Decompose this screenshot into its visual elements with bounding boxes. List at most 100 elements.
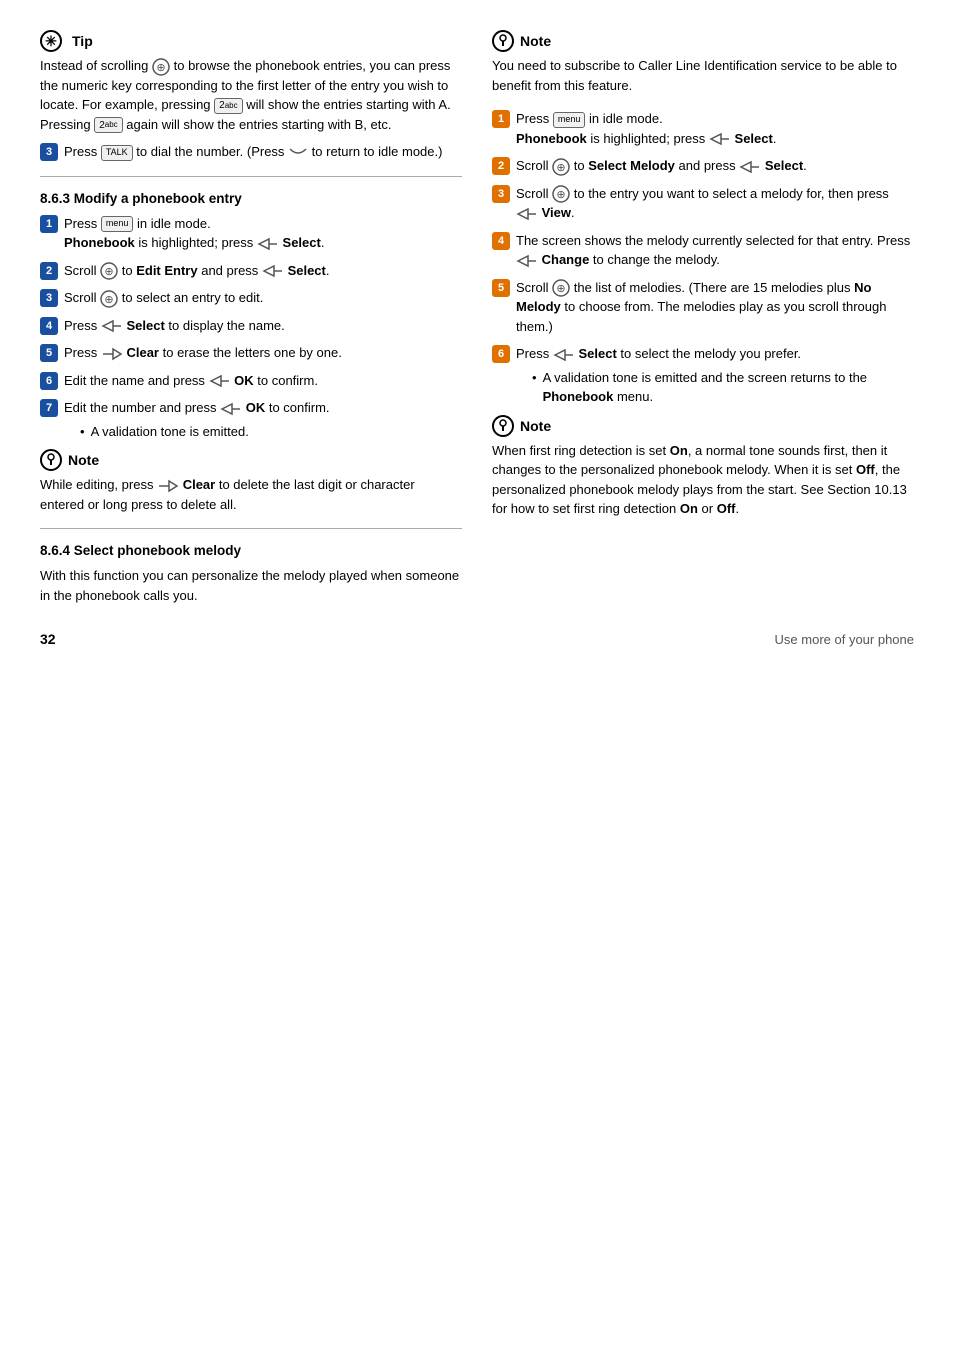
key-2abc: 2abc	[214, 98, 242, 114]
tip-step3: 3 Press TALK to dial the number. (Press …	[40, 142, 462, 162]
end-key-icon	[288, 145, 308, 161]
ok-btn-6	[209, 373, 231, 389]
tip-text: Instead of scrolling ⊕ to browse the pho…	[40, 56, 462, 134]
key-2abc-2: 2abc	[94, 117, 122, 133]
step-r-6-content: Press Select to select the melody you pr…	[516, 344, 914, 407]
step-863-7-content: Edit the number and press OK to confirm.…	[64, 398, 462, 441]
left-column: ✳ Tip Instead of scrolling ⊕ to browse t…	[40, 30, 462, 615]
step-r-3: 3 Scroll ⊕ to the entry you want to sele…	[492, 184, 914, 223]
note-1-label: Note	[68, 452, 99, 468]
note-bottom-text: When first ring detection is set On, a n…	[492, 441, 914, 519]
bullet-863-7: A validation tone is emitted.	[80, 422, 462, 442]
step-r-2-content: Scroll ⊕ to Select Melody and press Sele…	[516, 156, 914, 176]
page-number: 32	[40, 631, 56, 647]
ok-btn-7	[220, 401, 242, 417]
note-top-text: You need to subscribe to Caller Line Ide…	[492, 56, 914, 95]
scroll-icon-3: ⊕	[100, 290, 118, 308]
right-column: Note You need to subscribe to Caller Lin…	[492, 30, 914, 615]
view-btn-r3	[516, 206, 538, 222]
step-863-1: 1 Press menu in idle mode. Phonebook is …	[40, 214, 462, 253]
main-content: ✳ Tip Instead of scrolling ⊕ to browse t…	[40, 30, 914, 615]
note-bottom-label: Note	[520, 418, 551, 434]
step-r-2-num: 2	[492, 157, 510, 175]
step-863-5-num: 5	[40, 344, 58, 362]
step-863-1-num: 1	[40, 215, 58, 233]
step-863-1-content: Press menu in idle mode. Phonebook is hi…	[64, 214, 462, 253]
step-863-4-content: Press Select to display the name.	[64, 316, 462, 336]
tip-header: ✳ Tip	[40, 30, 462, 52]
divider-2	[40, 528, 462, 529]
step-863-3-num: 3	[40, 289, 58, 307]
step-r-1-content: Press menu in idle mode. Phonebook is hi…	[516, 109, 914, 148]
step-863-6-num: 6	[40, 372, 58, 390]
step-r-3-num: 3	[492, 185, 510, 203]
tip-icon: ✳	[40, 30, 62, 52]
step-r-6-bullets: A validation tone is emitted and the scr…	[516, 368, 914, 407]
scroll-icon-2: ⊕	[100, 262, 118, 280]
tip-box: ✳ Tip Instead of scrolling ⊕ to browse t…	[40, 30, 462, 162]
footer-text: Use more of your phone	[775, 632, 914, 647]
step-863-5: 5 Press Clear to erase the letters one b…	[40, 343, 462, 363]
note-top-header: Note	[492, 30, 914, 52]
note-bottom-icon	[492, 415, 514, 437]
bullet-r-6: A validation tone is emitted and the scr…	[532, 368, 914, 407]
svg-text:⊕: ⊕	[156, 62, 165, 74]
step-863-7-num: 7	[40, 399, 58, 417]
svg-text:⊕: ⊕	[557, 283, 566, 295]
note-bottom-header: Note	[492, 415, 914, 437]
note-1-icon	[40, 449, 62, 471]
section-864: 8.6.4 Select phonebook melody With this …	[40, 543, 462, 605]
note-symbol-top	[496, 34, 510, 48]
tip-label: Tip	[72, 33, 93, 49]
svg-text:⊕: ⊕	[105, 294, 114, 306]
tip-step3-content: Press TALK to dial the number. (Press to…	[64, 142, 462, 162]
clear-btn-note	[157, 478, 179, 494]
step-list-right: 1 Press menu in idle mode. Phonebook is …	[492, 109, 914, 407]
note-symbol-bottom	[496, 419, 510, 433]
step-863-3: 3 Scroll ⊕ to select an entry to edit.	[40, 288, 462, 308]
step-list-863: 1 Press menu in idle mode. Phonebook is …	[40, 214, 462, 442]
svg-text:⊕: ⊕	[557, 162, 566, 174]
step-r-5-content: Scroll ⊕ the list of melodies. (There ar…	[516, 278, 914, 337]
step-863-4-num: 4	[40, 317, 58, 335]
step-r-1: 1 Press menu in idle mode. Phonebook is …	[492, 109, 914, 148]
step-863-2-content: Scroll ⊕ to Edit Entry and press Select.	[64, 261, 462, 281]
svg-text:⊕: ⊕	[105, 266, 114, 278]
step-863-7: 7 Edit the number and press OK to confir…	[40, 398, 462, 441]
note-1-text: While editing, press Clear to delete the…	[40, 475, 462, 514]
step-863-6-content: Edit the name and press OK to confirm.	[64, 371, 462, 391]
footer: 32 Use more of your phone	[40, 615, 914, 647]
section-864-title: 8.6.4 Select phonebook melody	[40, 543, 462, 558]
step-863-3-content: Scroll ⊕ to select an entry to edit.	[64, 288, 462, 308]
select-btn-r2	[739, 159, 761, 175]
note-1-header: Note	[40, 449, 462, 471]
section-864-intro: With this function you can personalize t…	[40, 566, 462, 605]
note-top-box: Note You need to subscribe to Caller Lin…	[492, 30, 914, 95]
section-863: 8.6.3 Modify a phonebook entry 1 Press m…	[40, 191, 462, 442]
step-863-7-bullets: A validation tone is emitted.	[64, 422, 462, 442]
step-863-2: 2 Scroll ⊕ to Edit Entry and press Selec…	[40, 261, 462, 281]
key-menu-r1: menu	[553, 112, 586, 128]
scroll-icon-r2: ⊕	[552, 158, 570, 176]
note-box-1: Note While editing, press Clear to delet…	[40, 449, 462, 514]
note-top-label: Note	[520, 33, 551, 49]
step-r-6: 6 Press Select to select the melody you …	[492, 344, 914, 407]
note-top-icon	[492, 30, 514, 52]
step-r-3-content: Scroll ⊕ to the entry you want to select…	[516, 184, 914, 223]
step-r-4: 4 The screen shows the melody currently …	[492, 231, 914, 270]
select-btn-4	[101, 318, 123, 334]
note-bottom-box: Note When first ring detection is set On…	[492, 415, 914, 519]
select-btn-r6	[553, 347, 575, 363]
clear-btn-5	[101, 346, 123, 362]
note-symbol-1	[44, 453, 58, 467]
step-r-5: 5 Scroll ⊕ the list of melodies. (There …	[492, 278, 914, 337]
step-r-1-num: 1	[492, 110, 510, 128]
page: ✳ Tip Instead of scrolling ⊕ to browse t…	[40, 30, 914, 647]
tip-step3-num: 3	[40, 143, 58, 161]
step-863-5-content: Press Clear to erase the letters one by …	[64, 343, 462, 363]
scroll-icon-tip: ⊕	[152, 58, 170, 76]
step-863-6: 6 Edit the name and press OK to confirm.	[40, 371, 462, 391]
step-863-4: 4 Press Select to display the name.	[40, 316, 462, 336]
change-btn-r4	[516, 253, 538, 269]
step-863-2-num: 2	[40, 262, 58, 280]
